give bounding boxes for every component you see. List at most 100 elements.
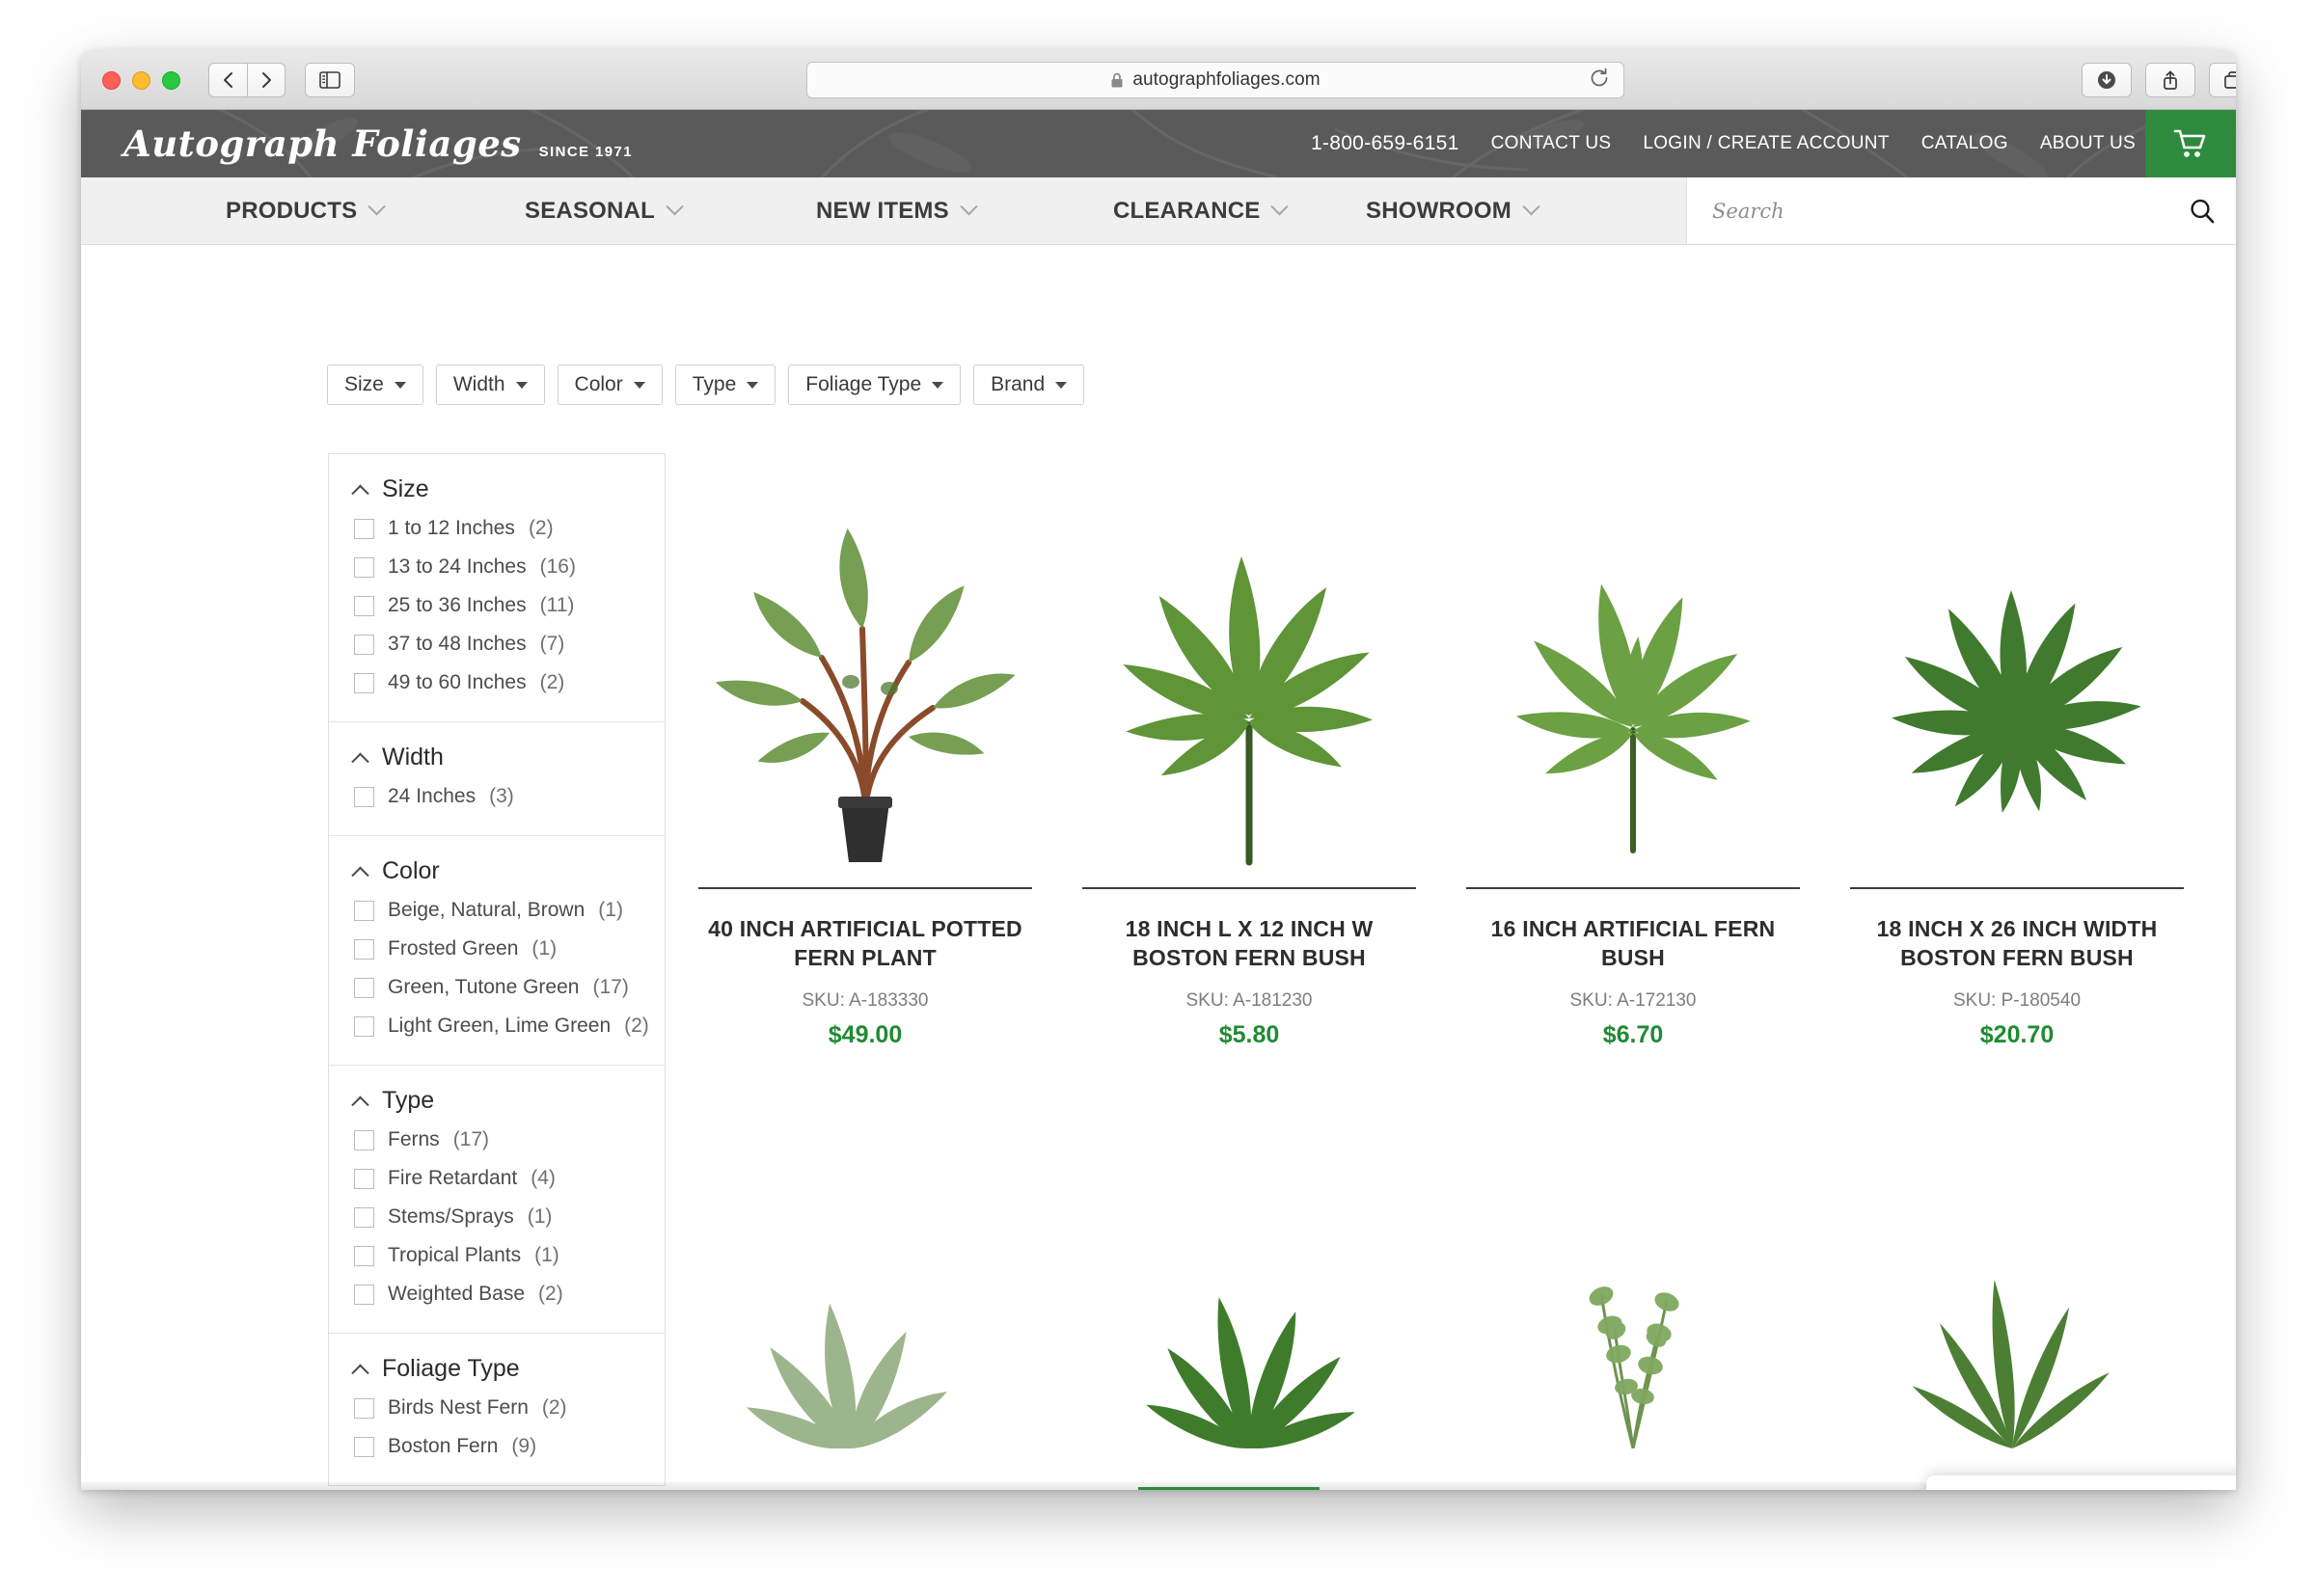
facet-header-size[interactable]: Size <box>329 475 665 509</box>
product-image[interactable] <box>1457 465 1810 870</box>
facet-option-count: (17) <box>452 1128 490 1150</box>
filter-chip-foliage-type[interactable]: Foliage Type <box>788 365 962 405</box>
facet-option[interactable]: Stems/Sprays (1) <box>329 1198 665 1236</box>
checkbox[interactable] <box>354 1397 374 1419</box>
header-link-contact-us[interactable]: CONTACT US <box>1491 133 1612 154</box>
facet-option[interactable]: Weighted Base (2) <box>329 1275 665 1313</box>
facet-header-type[interactable]: Type <box>329 1087 665 1121</box>
product-image[interactable] <box>1457 1236 1810 1448</box>
facet-option[interactable]: Boston Fern (9) <box>329 1427 665 1466</box>
product-card[interactable]: 16 INCH ARTIFICIAL FERN BUSH SKU: A-1721… <box>1457 465 1810 1049</box>
facet-option[interactable]: 13 to 24 Inches (16) <box>329 548 665 586</box>
brand-since-label: SINCE 1971 <box>538 144 634 160</box>
nav-item-clearance[interactable]: CLEARANCE <box>1113 198 1290 225</box>
checkbox[interactable] <box>354 595 374 616</box>
search-input[interactable] <box>1687 199 2168 223</box>
nav-item-showroom[interactable]: SHOWROOM <box>1366 198 1540 225</box>
product-image[interactable] <box>1840 1236 2193 1448</box>
facet-option[interactable]: Tropical Plants (1) <box>329 1236 665 1275</box>
facet-option[interactable]: Ferns (17) <box>329 1121 665 1159</box>
product-card[interactable] <box>1840 1236 2193 1448</box>
checkbox[interactable] <box>354 938 374 960</box>
header-link-catalog[interactable]: CATALOG <box>1921 133 2008 154</box>
minimize-window-button[interactable] <box>132 71 150 90</box>
phone-number[interactable]: 1-800-659-6151 <box>1311 132 1459 155</box>
facet-header-width[interactable]: Width <box>329 744 665 777</box>
product-card[interactable]: 18 INCH L X 12 INCH W BOSTON FERN BUSH S… <box>1073 465 1426 1049</box>
checkbox[interactable] <box>354 518 374 539</box>
facet-option[interactable]: Birds Nest Fern (2) <box>329 1389 665 1427</box>
filter-chip-brand[interactable]: Brand <box>973 365 1085 405</box>
checkbox[interactable] <box>354 977 374 998</box>
cart-button[interactable] <box>2145 110 2236 177</box>
downloads-button[interactable] <box>2082 63 2132 97</box>
product-info: 40 INCH ARTIFICIAL POTTED FERN PLANT SKU… <box>689 889 1042 1049</box>
nav-item-new-items[interactable]: NEW ITEMS <box>816 198 978 225</box>
facet-option[interactable]: Frosted Green (1) <box>329 930 665 968</box>
facet-option[interactable]: Light Green, Lime Green (2) <box>329 1007 665 1045</box>
tab-overview-button[interactable] <box>2209 63 2236 97</box>
facet-option[interactable]: 25 to 36 Inches (11) <box>329 586 665 625</box>
checkbox[interactable] <box>354 786 374 807</box>
product-image[interactable] <box>1073 465 1426 870</box>
close-window-button[interactable] <box>102 71 121 90</box>
header-link-about-us[interactable]: ABOUT US <box>2040 133 2136 154</box>
filter-chip-size[interactable]: Size <box>327 365 423 405</box>
product-title[interactable]: 18 INCH L X 12 INCH W BOSTON FERN BUSH <box>1080 914 1418 973</box>
filter-chip-type[interactable]: Type <box>674 365 776 405</box>
product-card[interactable] <box>1073 1236 1426 1448</box>
nav-item-products[interactable]: PRODUCTS <box>226 198 386 225</box>
checkbox[interactable] <box>354 556 374 578</box>
checkbox[interactable] <box>354 672 374 693</box>
brand-logo[interactable]: Autograph Foliages SINCE 1971 <box>123 122 633 165</box>
facet-option[interactable]: 24 Inches (3) <box>329 777 665 816</box>
product-info: 16 INCH ARTIFICIAL FERN BUSH SKU: A-1721… <box>1457 889 1810 1049</box>
facet-header-foliage-type[interactable]: Foliage Type <box>329 1355 665 1389</box>
product-card[interactable]: 18 INCH X 26 INCH WIDTH BOSTON FERN BUSH… <box>1840 465 2193 1049</box>
filter-chip-width[interactable]: Width <box>435 365 545 405</box>
product-image[interactable] <box>1840 465 2193 870</box>
facet-option-count: (2) <box>528 517 554 539</box>
sidebar-toggle-button[interactable] <box>305 63 355 97</box>
search-button[interactable] <box>2168 177 2236 244</box>
product-card[interactable] <box>1457 1236 1810 1448</box>
product-title[interactable]: 18 INCH X 26 INCH WIDTH BOSTON FERN BUSH <box>1848 914 2186 973</box>
product-title[interactable]: 40 INCH ARTIFICIAL POTTED FERN PLANT <box>696 914 1034 973</box>
share-button[interactable] <box>2145 63 2195 97</box>
product-title[interactable]: 16 INCH ARTIFICIAL FERN BUSH <box>1464 914 1802 973</box>
price-list-button[interactable]: PRICE LIST <box>1138 1487 1320 1490</box>
back-button[interactable] <box>208 63 247 97</box>
chat-widget[interactable]: Chat now <box>1926 1475 2236 1490</box>
checkbox[interactable] <box>354 1168 374 1189</box>
facet-option[interactable]: 37 to 48 Inches (7) <box>329 625 665 663</box>
checkbox[interactable] <box>354 1129 374 1150</box>
chevron-down-icon <box>666 198 684 216</box>
forward-button[interactable] <box>247 63 286 97</box>
header-link-login-create-account[interactable]: LOGIN / CREATE ACCOUNT <box>1643 133 1889 154</box>
product-card[interactable]: 40 INCH ARTIFICIAL POTTED FERN PLANT SKU… <box>689 465 1042 1049</box>
maximize-window-button[interactable] <box>162 71 180 90</box>
reload-button[interactable] <box>1589 68 1610 93</box>
product-image[interactable] <box>689 1236 1042 1448</box>
filter-chip-color[interactable]: Color <box>557 365 663 405</box>
product-card[interactable] <box>689 1236 1042 1448</box>
facet-option[interactable]: Green, Tutone Green (17) <box>329 968 665 1007</box>
facet-option[interactable]: Fire Retardant (4) <box>329 1159 665 1198</box>
product-image[interactable] <box>1073 1236 1426 1448</box>
filter-chip-label: Foliage Type <box>805 373 922 395</box>
product-image[interactable] <box>689 465 1042 870</box>
product-grid: 40 INCH ARTIFICIAL POTTED FERN PLANT SKU… <box>689 465 2193 1049</box>
facet-option[interactable]: 1 to 12 Inches (2) <box>329 509 665 548</box>
facet-option[interactable]: Beige, Natural, Brown (1) <box>329 891 665 930</box>
checkbox[interactable] <box>354 634 374 655</box>
checkbox[interactable] <box>354 1436 374 1457</box>
nav-item-seasonal[interactable]: SEASONAL <box>525 198 684 225</box>
checkbox[interactable] <box>354 1245 374 1266</box>
address-bar[interactable]: autographfoliages.com <box>806 62 1624 98</box>
facet-option[interactable]: 49 to 60 Inches (2) <box>329 663 665 702</box>
checkbox[interactable] <box>354 1284 374 1305</box>
checkbox[interactable] <box>354 1015 374 1037</box>
checkbox[interactable] <box>354 1206 374 1228</box>
facet-header-color[interactable]: Color <box>329 857 665 891</box>
checkbox[interactable] <box>354 900 374 921</box>
